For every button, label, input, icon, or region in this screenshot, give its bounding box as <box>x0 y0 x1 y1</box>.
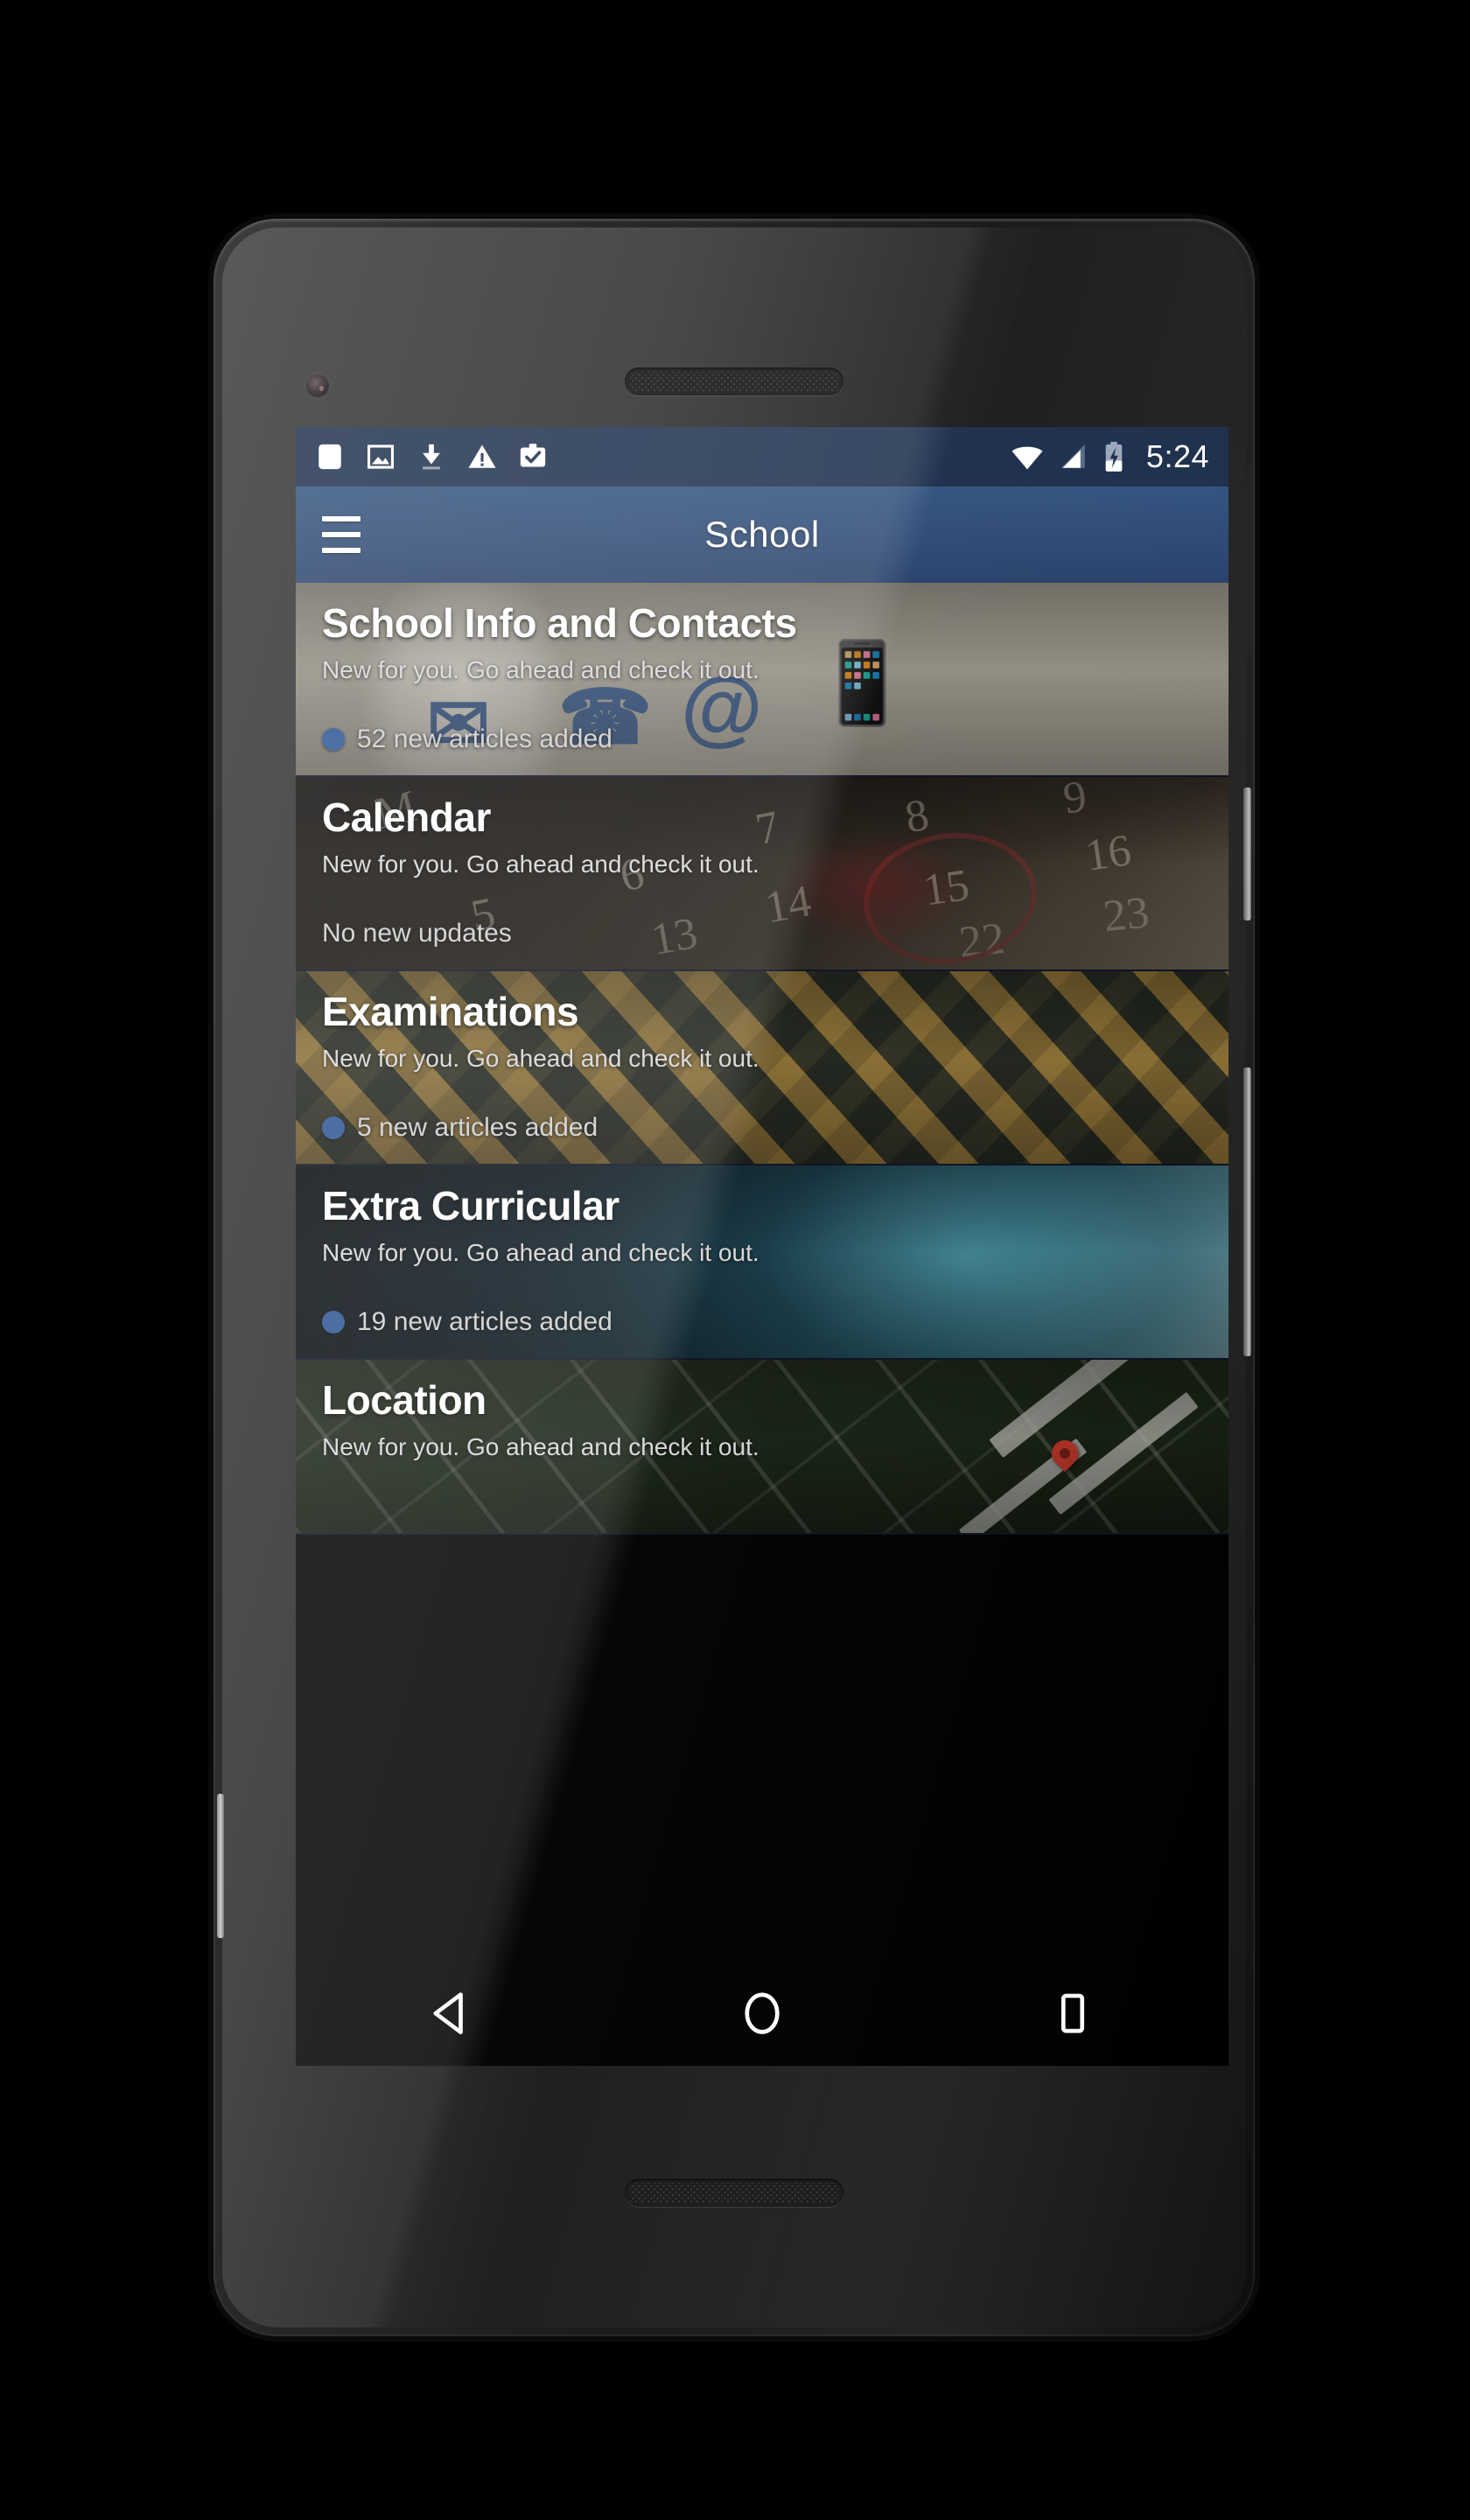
card-calendar[interactable]: M 7 8 9 16 6 14 15 23 5 13 <box>296 777 1228 971</box>
status-badge-dot <box>322 1116 345 1139</box>
card-status-text: 52 new articles added <box>357 724 612 753</box>
battery-charging-icon <box>1105 441 1123 472</box>
page-title: School <box>704 514 820 555</box>
status-bar-clock: 5:24 <box>1145 438 1209 474</box>
nav-back-button[interactable] <box>399 1961 504 2066</box>
status-badge-dot <box>322 1311 345 1334</box>
bottom-speaker-icon <box>625 2179 844 2207</box>
status-bar-system-icons: 5:24 <box>1010 438 1209 475</box>
card-status-row: 5 new articles added <box>322 1113 598 1143</box>
card-subtitle: New for you. Go ahead and check it out. <box>322 1433 760 1461</box>
wifi-icon <box>1012 446 1043 470</box>
status-bar-notification-icons <box>315 442 548 472</box>
volume-rocker-button[interactable] <box>1243 1068 1251 1356</box>
nav-recents-button[interactable] <box>1020 1961 1125 2066</box>
app-bar: School <box>296 486 1228 583</box>
card-school-info-and-contacts[interactable]: ✉ ☎ @ 📱 School Info and Contacts New for… <box>296 583 1228 777</box>
phone-bezel: 5:24 School ✉ ☎ @ 📱 <box>217 228 1251 2328</box>
card-examinations[interactable]: Examinations New for you. Go ahead and c… <box>296 971 1228 1166</box>
triangle-left-icon <box>433 1992 463 2034</box>
card-subtitle: New for you. Go ahead and check it out. <box>322 850 760 878</box>
work-profile-icon <box>520 444 546 467</box>
warning-notification-icon <box>468 444 496 468</box>
card-status-text: 19 new articles added <box>357 1307 612 1336</box>
square-icon <box>1061 1993 1085 2034</box>
blank-notification-icon <box>318 444 341 470</box>
card-status-row: No new updates <box>322 919 512 948</box>
card-title: Examinations <box>322 989 579 1034</box>
status-bar: 5:24 <box>296 427 1228 486</box>
android-navigation-bar <box>296 1961 1228 2066</box>
card-title: Calendar <box>322 794 491 840</box>
phone-screen: 5:24 School ✉ ☎ @ 📱 <box>296 427 1228 2066</box>
hamburger-menu-icon[interactable] <box>322 516 360 553</box>
card-subtitle: New for you. Go ahead and check it out. <box>322 1045 760 1073</box>
card-status-text: No new updates <box>322 919 512 948</box>
nav-home-button[interactable] <box>710 1961 815 2066</box>
card-subtitle: New for you. Go ahead and check it out. <box>322 656 760 684</box>
card-subtitle: New for you. Go ahead and check it out. <box>322 1239 760 1267</box>
circle-icon <box>745 1992 780 2034</box>
category-card-list[interactable]: ✉ ☎ @ 📱 School Info and Contacts New for… <box>296 583 1228 1535</box>
front-camera-icon <box>306 374 329 397</box>
status-badge-dot <box>322 728 345 751</box>
card-title: Extra Curricular <box>322 1183 620 1228</box>
card-title: School Info and Contacts <box>322 600 797 646</box>
card-location[interactable]: Location New for you. Go ahead and check… <box>296 1360 1228 1535</box>
phone-device: 5:24 School ✉ ☎ @ 📱 <box>214 219 1255 2336</box>
card-title: Location <box>322 1377 486 1423</box>
download-notification-icon <box>423 444 440 470</box>
cellular-signal-icon <box>1060 444 1085 468</box>
left-edge-highlight <box>217 1794 224 1938</box>
earpiece-speaker-icon <box>625 368 844 396</box>
card-status-row: 19 new articles added <box>322 1307 612 1337</box>
image-notification-icon <box>367 444 395 469</box>
card-status-text: 5 new articles added <box>357 1113 598 1142</box>
card-extra-curricular[interactable]: Extra Curricular New for you. Go ahead a… <box>296 1166 1228 1360</box>
card-status-row: 52 new articles added <box>322 724 612 754</box>
card-content: Location New for you. Go ahead and check… <box>296 1360 1228 1533</box>
power-button[interactable] <box>1243 788 1251 920</box>
